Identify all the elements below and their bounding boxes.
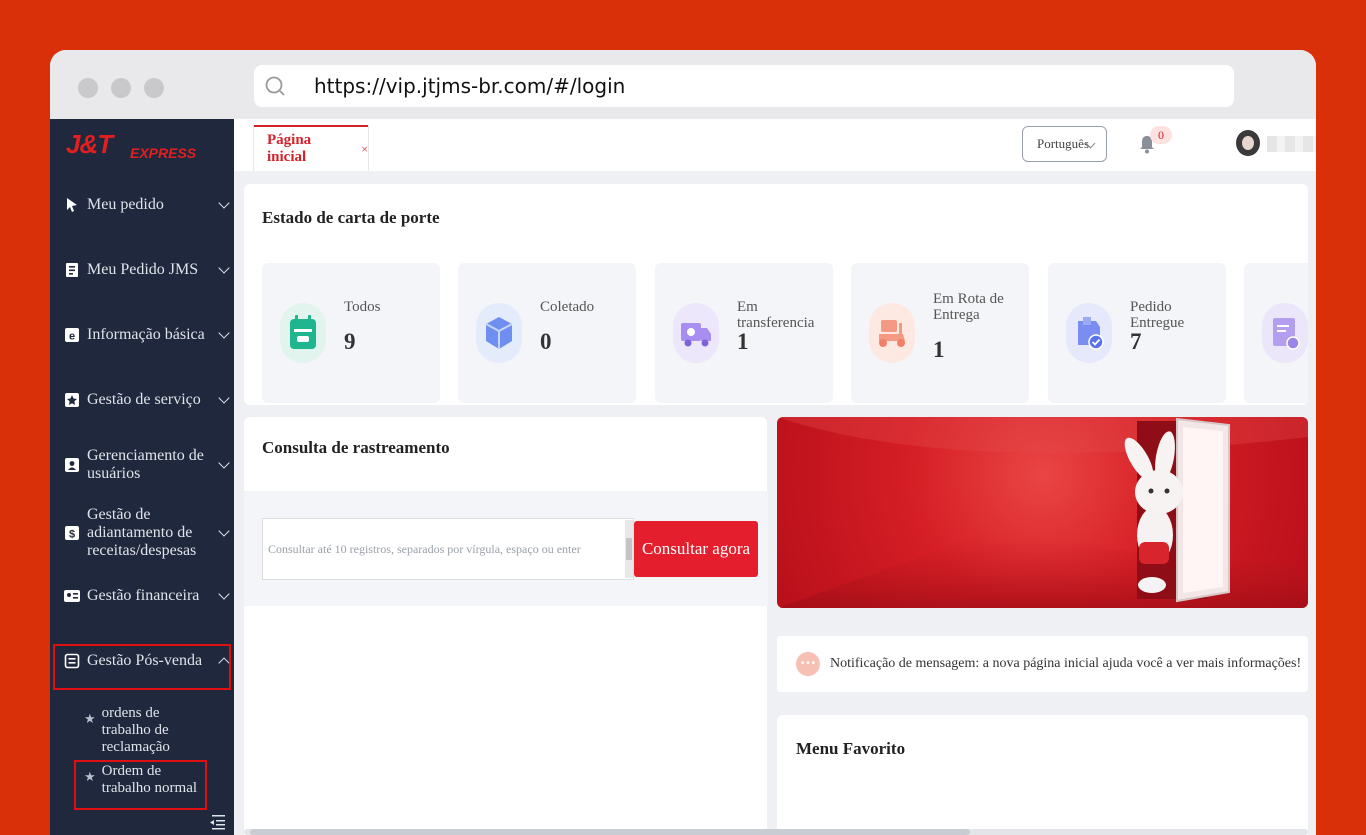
sidebar-item-label: Gestão de serviço [87, 391, 201, 408]
stat-card-partial[interactable] [1244, 263, 1308, 403]
brand-logo[interactable]: J&T EXPRESS [50, 119, 234, 175]
star-icon: ★ [84, 711, 96, 726]
stat-value: 1 [933, 337, 945, 362]
sidebar-item-gestao-servico[interactable]: Gestão de serviço [50, 378, 234, 422]
notification-badge: 0 [1150, 126, 1172, 144]
browser-chrome: https://vip.jtjms-br.com/#/login [50, 50, 1316, 119]
notification-text: Notificação de mensagem: a nova página i… [830, 656, 1302, 671]
avatar[interactable] [1236, 130, 1260, 156]
package-icon [476, 303, 522, 363]
sub-item-label: ordens de trabalho de reclamação [101, 705, 170, 755]
sidebar-item-label: Meu Pedido JMS [87, 261, 199, 278]
stat-card-coletado[interactable]: Coletado 0 [458, 263, 636, 403]
svg-text:e: e [69, 331, 75, 343]
window-minimize-dot[interactable] [111, 78, 131, 98]
id-card-icon [64, 588, 80, 604]
consultar-agora-button[interactable]: Consultar agora [634, 521, 758, 577]
info-card-icon: e [64, 327, 80, 343]
stat-card-todos[interactable]: Todos 9 [262, 263, 440, 403]
sidebar-item-label: Gestão financeira [87, 587, 200, 604]
language-value: Português [1037, 136, 1089, 151]
sidebar-item-label: Gerenciamento de usuários [87, 447, 204, 482]
close-icon[interactable]: × [361, 142, 368, 157]
sidebar-item-informacao-basica[interactable]: e Informação básica [50, 313, 234, 357]
sidebar-item-meu-pedido-jms[interactable]: Meu Pedido JMS [50, 248, 234, 292]
stat-card-pedido-entregue[interactable]: Pedido Entregue 7 [1048, 263, 1226, 403]
notification-bar[interactable]: ••• Notificação de mensagem: a nova pági… [777, 636, 1308, 692]
waybill-title: Estado de carta de porte [262, 208, 440, 227]
finance-card-icon: $ [64, 525, 80, 541]
stat-value: 7 [1130, 329, 1142, 354]
tracking-placeholder: Consultar até 10 registros, separados po… [268, 541, 581, 556]
favorites-title: Menu Favorito [796, 739, 906, 758]
tab-label: Página inicial [267, 132, 312, 165]
delivery-truck-icon [673, 303, 719, 363]
receipt-icon [64, 262, 80, 278]
stat-label: Todos [344, 299, 381, 315]
stat-value: 1 [737, 329, 749, 354]
stat-value: 0 [540, 329, 552, 354]
sidebar-item-label: Gestão de adiantamento de receitas/despe… [87, 506, 197, 559]
cursor-icon [64, 197, 80, 213]
collapse-menu-icon[interactable] [208, 814, 226, 830]
sidebar: J&T EXPRESS Meu pedido Meu Pedido JMS e … [50, 119, 234, 835]
chevron-down-icon [218, 525, 230, 537]
tracking-card [244, 417, 767, 835]
chevron-down-icon [218, 392, 230, 404]
chevron-down-icon [218, 197, 230, 209]
delivered-box-icon [1066, 303, 1112, 363]
stat-card-em-rota[interactable]: Em Rota de Entrega 1 [851, 263, 1029, 403]
tab-pagina-inicial[interactable]: Página inicial × [254, 125, 368, 171]
sub-item-ordens-reclamacao[interactable]: ★ ordens de trabalho de reclamação [84, 705, 212, 756]
username-redacted[interactable] [1267, 136, 1316, 152]
browser-window: https://vip.jtjms-br.com/#/login J&T EXP… [50, 50, 1316, 835]
sidebar-item-meu-pedido[interactable]: Meu pedido [50, 183, 234, 227]
favorites-card [777, 715, 1308, 835]
sidebar-item-gerenciamento-usuarios[interactable]: Gerenciamento de usuários [50, 441, 234, 489]
top-bar: Página inicial × Português 0 [234, 119, 1316, 171]
stat-value: 9 [344, 329, 356, 354]
horizontal-scrollbar[interactable] [244, 829, 1308, 835]
message-icon: ••• [796, 652, 820, 676]
logo-sub: EXPRESS [130, 145, 197, 161]
language-select[interactable]: Português [1022, 126, 1107, 162]
chevron-down-icon [218, 327, 230, 339]
highlight-box-ordem-normal [74, 760, 207, 810]
tracking-textarea[interactable]: Consultar até 10 registros, separados po… [262, 518, 634, 580]
highlight-box-pos-venda [53, 644, 231, 690]
window-maximize-dot[interactable] [144, 78, 164, 98]
logo-main: J&T [66, 129, 113, 159]
banner-illustration [777, 417, 1308, 608]
chevron-down-icon [218, 457, 230, 469]
url-text[interactable]: https://vip.jtjms-br.com/#/login [314, 74, 625, 98]
search-icon [254, 65, 314, 107]
window-close-dot[interactable] [78, 78, 98, 98]
calendar-bag-icon [280, 303, 326, 363]
sidebar-item-label: Informação básica [87, 326, 205, 343]
scooter-icon [869, 303, 915, 363]
textarea-scrollbar[interactable] [625, 520, 633, 578]
sidebar-item-gestao-adiantamento[interactable]: $ Gestão de adiantamento de receitas/des… [50, 502, 234, 564]
stat-label: Em transferencia [737, 299, 815, 331]
stat-label: Em Rota de Entrega [933, 291, 1004, 323]
tracking-title: Consulta de rastreamento [262, 438, 450, 457]
user-card-icon [64, 457, 80, 473]
service-star-icon [64, 392, 80, 408]
address-bar[interactable]: https://vip.jtjms-br.com/#/login [254, 65, 1234, 107]
sidebar-item-gestao-financeira[interactable]: Gestão financeira [50, 574, 234, 618]
stat-card-em-transferencia[interactable]: Em transferencia 1 [655, 263, 833, 403]
chevron-down-icon [218, 588, 230, 600]
promo-banner[interactable] [777, 417, 1308, 608]
document-clock-icon [1262, 303, 1308, 363]
sidebar-item-label: Meu pedido [87, 196, 164, 213]
stat-label: Coletado [540, 299, 595, 315]
chevron-down-icon [218, 262, 230, 274]
svg-text:$: $ [69, 529, 75, 541]
stat-label: Pedido Entregue [1130, 299, 1185, 331]
